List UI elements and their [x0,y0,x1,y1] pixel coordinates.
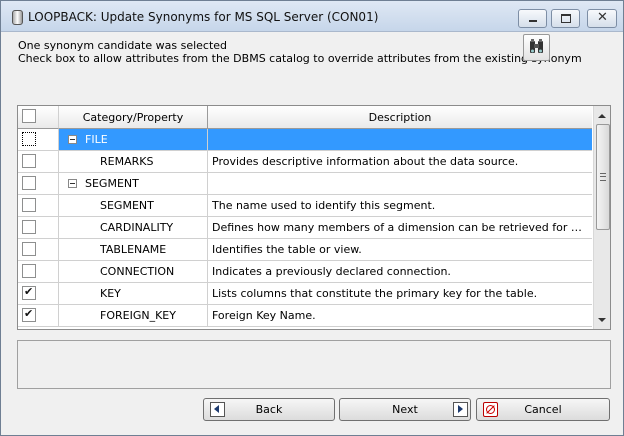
maximize-button[interactable] [551,9,580,28]
database-icon [12,10,23,25]
row-property: SEGMENT [85,177,139,190]
table-row[interactable]: FILE [18,129,592,151]
row-checkbox[interactable] [22,307,36,322]
grip-icon [600,173,606,181]
table-row[interactable]: CONNECTION Indicates a previously declar… [18,261,592,283]
properties-grid: Category/Property Description FILE REMAR… [17,105,611,330]
row-checkbox[interactable] [22,154,36,168]
next-button[interactable]: Next [339,398,471,421]
arrow-right-icon [453,402,468,417]
row-property: CONNECTION [100,265,175,278]
table-row[interactable]: KEY Lists columns that constitute the pr… [18,283,592,305]
binoculars-icon [530,39,543,53]
row-checkbox[interactable] [22,264,36,278]
row-checkbox[interactable] [22,198,36,212]
row-checkbox[interactable] [22,242,36,256]
maximize-icon [561,14,571,23]
row-property: FILE [85,133,108,146]
table-row[interactable]: FOREIGN_KEY Foreign Key Name. [18,305,592,327]
row-property: REMARKS [100,155,154,168]
row-description: Foreign Key Name. [212,309,316,322]
column-header-property[interactable]: Category/Property [59,106,208,129]
find-button[interactable] [523,34,550,61]
row-checkbox[interactable] [22,220,36,234]
row-checkbox[interactable] [22,285,36,300]
scrollbar-thumb[interactable] [596,124,610,230]
row-property: TABLENAME [100,243,167,256]
window-title: LOOPBACK: Update Synonyms for MS SQL Ser… [28,10,379,24]
selection-message: One synonym candidate was selected [18,39,228,52]
row-description: Indicates a previously declared connecti… [212,265,451,278]
row-property: SEGMENT [100,199,154,212]
close-button[interactable]: ✕ [587,9,617,28]
minimize-icon [529,20,537,22]
row-description: Provides descriptive information about t… [212,155,519,168]
select-all-checkbox[interactable] [22,109,36,123]
table-row[interactable]: CARDINALITY Defines how many members of … [18,217,592,239]
grid-header: Category/Property Description [18,106,592,129]
column-header-description[interactable]: Description [208,106,592,129]
row-description: The name used to identify this segment. [212,199,436,212]
title-bar: LOOPBACK: Update Synonyms for MS SQL Ser… [1,1,623,32]
collapse-icon[interactable] [68,135,77,144]
row-description: Defines how many members of a dimension … [212,221,588,234]
row-checkbox[interactable] [22,132,36,146]
table-row[interactable]: TABLENAME Identifies the table or view. [18,239,592,261]
scroll-up-icon[interactable] [598,114,606,118]
row-description: Identifies the table or view. [212,243,362,256]
scroll-down-icon[interactable] [598,318,606,322]
collapse-icon[interactable] [68,179,77,188]
row-property: CARDINALITY [100,221,174,234]
table-row[interactable]: REMARKS Provides descriptive information… [18,151,592,173]
table-row[interactable]: SEGMENT [18,173,592,195]
row-property: FOREIGN_KEY [100,309,176,322]
minimize-button[interactable] [518,9,547,28]
cancel-button[interactable]: Cancel [476,398,610,421]
row-property: KEY [100,287,121,300]
close-icon: ✕ [597,10,608,25]
row-checkbox[interactable] [22,176,36,190]
back-button[interactable]: Back [203,398,335,421]
select-all-cell [18,106,59,129]
description-panel [17,340,611,389]
table-row[interactable]: SEGMENT The name used to identify this s… [18,195,592,217]
instruction-message: Check box to allow attributes from the D… [18,52,582,65]
dialog-window: LOOPBACK: Update Synonyms for MS SQL Ser… [0,0,624,436]
vertical-scrollbar[interactable] [593,106,610,329]
row-description: Lists columns that constitute the primar… [212,287,538,300]
